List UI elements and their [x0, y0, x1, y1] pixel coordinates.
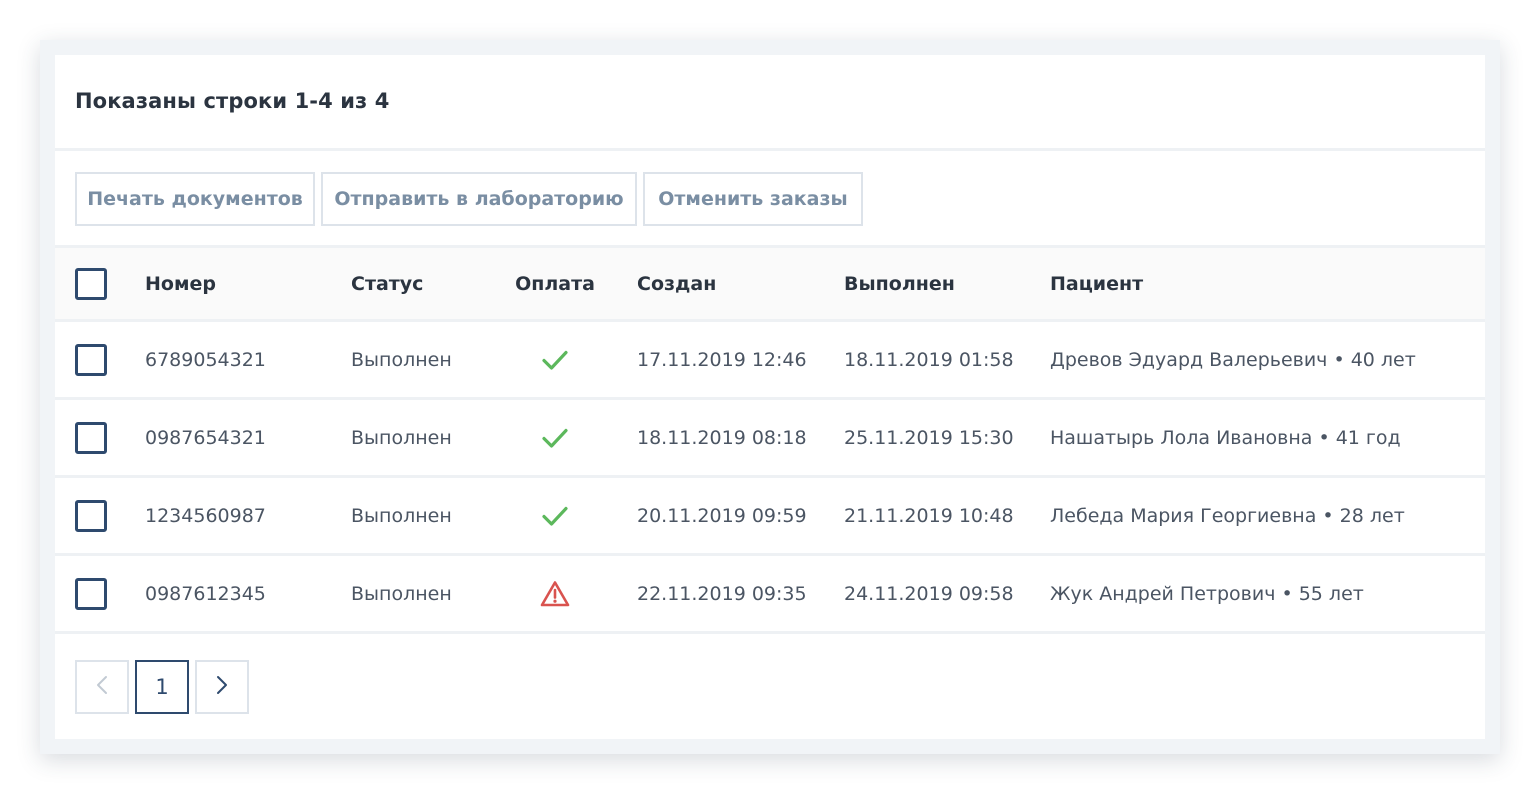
- order-completed: 25.11.2019 15:30: [844, 426, 1014, 449]
- order-created: 22.11.2019 09:35: [637, 582, 807, 605]
- row-checkbox[interactable]: [75, 421, 107, 454]
- row-checkbox[interactable]: [75, 577, 107, 610]
- column-header-created[interactable]: Создан: [637, 248, 716, 319]
- column-header-payment[interactable]: Оплата: [503, 248, 607, 319]
- order-patient: Древов Эдуард Валерьевич • 40 лет: [1050, 348, 1416, 371]
- order-number: 0987654321: [145, 426, 266, 449]
- order-patient: Жук Андрей Петрович • 55 лет: [1050, 582, 1364, 605]
- cancel-orders-button[interactable]: Отменить заказы: [643, 172, 863, 226]
- actions-toolbar: Печать документов Отправить в лаборатори…: [55, 151, 1485, 248]
- order-status: Выполнен: [351, 504, 452, 527]
- order-status: Выполнен: [351, 348, 452, 371]
- table-row[interactable]: 0987654321 Выполнен 18.11.2019 08:18 25.…: [55, 400, 1485, 478]
- order-created: 17.11.2019 12:46: [637, 348, 807, 371]
- summary-bar: Показаны строки 1-4 из 4: [55, 55, 1485, 151]
- order-completed: 24.11.2019 09:58: [844, 582, 1014, 605]
- order-created: 20.11.2019 09:59: [637, 504, 807, 527]
- pagination-next-button[interactable]: [195, 660, 249, 714]
- chevron-left-icon: [95, 675, 109, 700]
- column-header-completed[interactable]: Выполнен: [844, 248, 955, 319]
- table-row[interactable]: 0987612345 Выполнен 22.11.2019 09:35 24.…: [55, 556, 1485, 634]
- row-checkbox[interactable]: [75, 343, 107, 376]
- order-status: Выполнен: [351, 582, 452, 605]
- print-documents-button[interactable]: Печать документов: [75, 172, 315, 226]
- order-patient: Нашатырь Лола Ивановна • 41 год: [1050, 426, 1401, 449]
- page-frame: Показаны строки 1-4 из 4 Печать документ…: [40, 40, 1500, 754]
- select-all-checkbox[interactable]: [75, 267, 107, 300]
- order-number: 1234560987: [145, 504, 266, 527]
- pagination-prev-button[interactable]: [75, 660, 129, 714]
- table-row[interactable]: 1234560987 Выполнен 20.11.2019 09:59 21.…: [55, 478, 1485, 556]
- chevron-right-icon: [215, 675, 229, 700]
- order-completed: 21.11.2019 10:48: [844, 504, 1014, 527]
- order-created: 18.11.2019 08:18: [637, 426, 807, 449]
- order-patient: Лебеда Мария Георгиевна • 28 лет: [1050, 504, 1405, 527]
- rows-summary: Показаны строки 1-4 из 4: [75, 89, 390, 113]
- column-header-status[interactable]: Статус: [351, 248, 423, 319]
- check-icon: [542, 506, 568, 526]
- orders-card: Показаны строки 1-4 из 4 Печать документ…: [55, 55, 1485, 739]
- send-to-lab-button[interactable]: Отправить в лабораторию: [321, 172, 637, 226]
- order-number: 6789054321: [145, 348, 266, 371]
- check-icon: [542, 350, 568, 370]
- order-status: Выполнен: [351, 426, 452, 449]
- check-icon: [542, 428, 568, 448]
- pagination-page-current[interactable]: 1: [135, 660, 189, 714]
- table-header: Номер Статус Оплата Создан Выполнен Паци…: [55, 248, 1485, 322]
- column-header-number[interactable]: Номер: [145, 248, 216, 319]
- row-checkbox[interactable]: [75, 499, 107, 532]
- column-header-patient[interactable]: Пациент: [1050, 248, 1143, 319]
- order-completed: 18.11.2019 01:58: [844, 348, 1014, 371]
- table-row[interactable]: 6789054321 Выполнен 17.11.2019 12:46 18.…: [55, 322, 1485, 400]
- order-number: 0987612345: [145, 582, 266, 605]
- warning-icon: [540, 580, 570, 607]
